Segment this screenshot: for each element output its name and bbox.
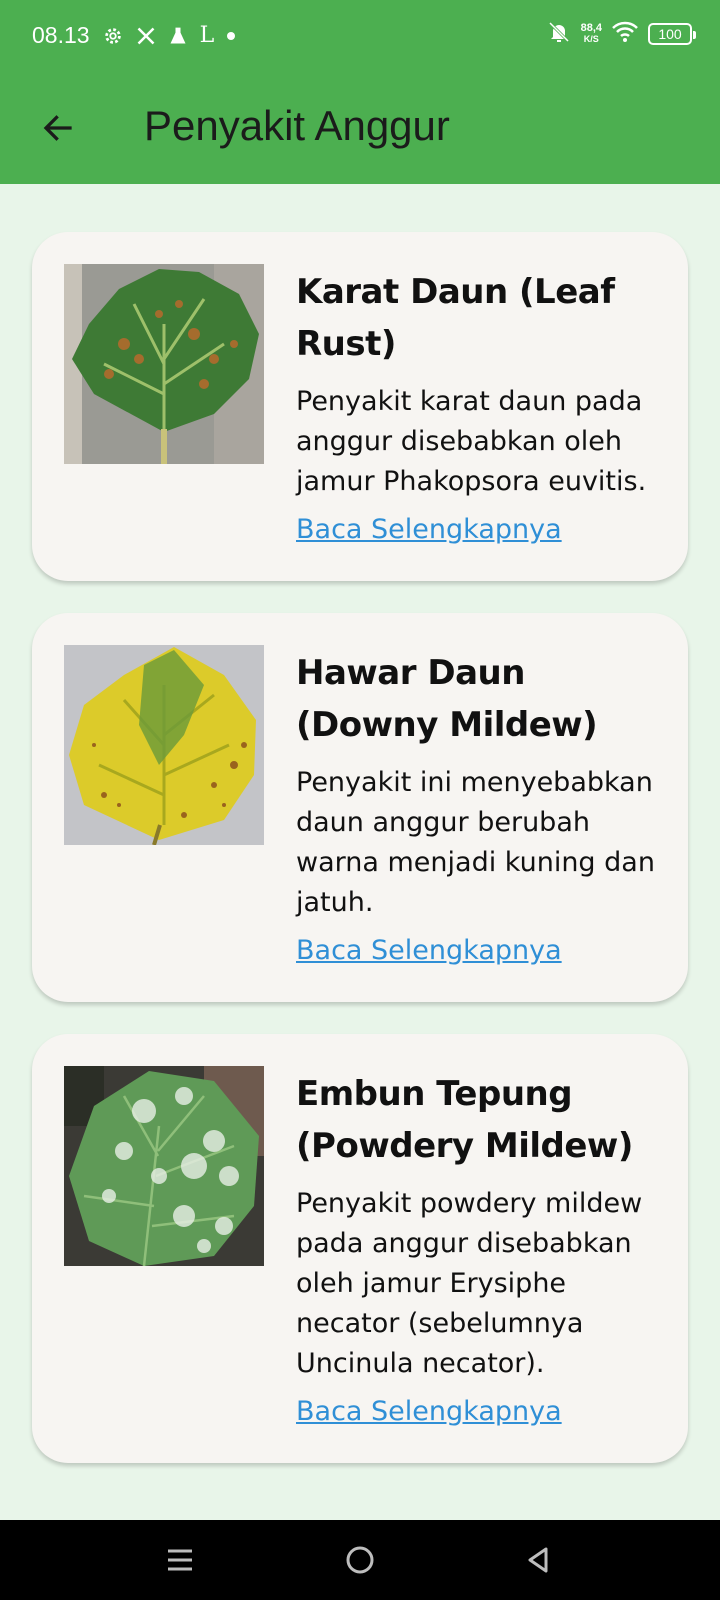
- network-speed: 88,4 K/S: [580, 22, 602, 45]
- back-button[interactable]: [30, 100, 86, 156]
- l-app-icon: L: [199, 22, 215, 48]
- back-triangle-icon: [528, 1547, 548, 1573]
- read-more-link[interactable]: Baca Selengkapnya: [296, 1396, 562, 1427]
- home-button[interactable]: [338, 1538, 382, 1582]
- leaf-rust-image: [64, 264, 264, 464]
- downy-mildew-image: [64, 645, 264, 845]
- read-more-link[interactable]: Baca Selengkapnya: [296, 935, 562, 966]
- disease-list: Karat Daun (Leaf Rust) Penyakit karat da…: [32, 232, 688, 1495]
- bell-off-icon: [547, 20, 571, 48]
- status-bar: 08.13 L 88,4 K/S 100: [0, 0, 720, 72]
- card-title: Embun Tepung (Powdery Mildew): [296, 1074, 633, 1166]
- home-icon: [346, 1546, 374, 1574]
- card-description: Penyakit powdery mildew pada anggur dise…: [296, 1188, 643, 1379]
- x-icon: [136, 23, 156, 49]
- card-description: Penyakit ini menyebabkan daun anggur ber…: [296, 767, 655, 918]
- card-title: Karat Daun (Leaf Rust): [296, 272, 615, 364]
- read-more-link[interactable]: Baca Selengkapnya: [296, 514, 562, 545]
- disease-card-downy-mildew[interactable]: Hawar Daun (Downy Mildew) Penyakit ini m…: [32, 613, 688, 1002]
- battery-icon: 100: [648, 23, 696, 45]
- system-back-button[interactable]: [516, 1538, 560, 1582]
- wifi-icon: [612, 21, 638, 47]
- dot-icon: [226, 23, 236, 49]
- menu-icon: [168, 1549, 192, 1571]
- card-body: Hawar Daun (Downy Mildew) Penyakit ini m…: [296, 645, 656, 966]
- flask-icon: [168, 23, 188, 49]
- powdery-mildew-image: [64, 1066, 264, 1266]
- page-title: Penyakit Anggur: [144, 102, 450, 149]
- gear-icon: [102, 23, 124, 49]
- card-body: Embun Tepung (Powdery Mildew) Penyakit p…: [296, 1066, 656, 1427]
- status-bar-left: 08.13 L: [32, 22, 236, 49]
- card-title: Hawar Daun (Downy Mildew): [296, 653, 598, 745]
- system-nav-bar: [0, 1520, 720, 1600]
- card-description: Penyakit karat daun pada anggur disebabk…: [296, 386, 647, 497]
- card-body: Karat Daun (Leaf Rust) Penyakit karat da…: [296, 264, 656, 545]
- app-bar: Penyakit Anggur: [0, 72, 720, 184]
- status-bar-right: 88,4 K/S 100: [547, 20, 696, 48]
- disease-card-leaf-rust[interactable]: Karat Daun (Leaf Rust) Penyakit karat da…: [32, 232, 688, 581]
- status-time: 08.13: [32, 22, 90, 48]
- menu-button[interactable]: [158, 1538, 202, 1582]
- disease-card-powdery-mildew[interactable]: Embun Tepung (Powdery Mildew) Penyakit p…: [32, 1034, 688, 1463]
- arrow-left-icon: [43, 115, 72, 141]
